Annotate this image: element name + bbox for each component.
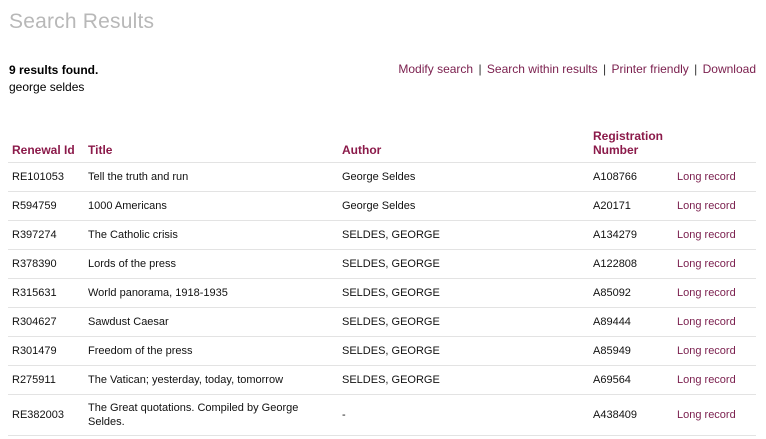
title-cell: Tell the truth and run — [84, 162, 338, 192]
table-row: R304627 Sawdust Caesar SELDES, GEORGE A8944… — [8, 307, 756, 337]
long-record-link[interactable]: Long record — [677, 258, 736, 270]
registration-number-cell: A89444 — [589, 307, 673, 337]
table-row: RE382003 The Great quotations. Compiled b… — [8, 394, 756, 436]
renewal-id-cell: R304627 — [8, 307, 84, 337]
download-link[interactable]: Download — [703, 62, 756, 76]
table-row: R378390 Lords of the press SELDES, GEORGE A… — [8, 249, 756, 279]
action-separator: | — [478, 62, 482, 76]
title-cell: Sawdust Caesar — [84, 307, 338, 337]
author-cell: George Seldes — [338, 191, 589, 221]
long-record-cell: Long record — [673, 191, 756, 221]
long-record-link[interactable]: Long record — [677, 200, 736, 212]
long-record-link[interactable]: Long record — [677, 171, 736, 183]
title-cell: Freedom of the press — [84, 336, 338, 366]
column-header-renewal-id[interactable]: Renewal Id — [8, 126, 84, 163]
table-row: R315631 World panorama, 1918-1935 SELDES, … — [8, 278, 756, 308]
printer-friendly-link[interactable]: Printer friendly — [611, 62, 688, 76]
renewal-id-cell: R378390 — [8, 249, 84, 279]
author-cell: - — [338, 394, 589, 436]
author-cell: SELDES, GEORGE — [338, 278, 589, 308]
long-record-cell: Long record — [673, 307, 756, 337]
long-record-cell: Long record — [673, 249, 756, 279]
registration-number-cell: A85092 — [589, 278, 673, 308]
table-row: R594759 1000 Americans George Seldes A20171… — [8, 191, 756, 221]
renewal-id-cell: RE101053 — [8, 162, 84, 192]
long-record-cell: Long record — [673, 162, 756, 192]
results-actions: Modify search | Search within results | … — [398, 62, 756, 76]
results-count: 9 results found. — [9, 63, 99, 77]
long-record-cell: Long record — [673, 394, 756, 436]
page-title: Search Results — [9, 10, 155, 33]
long-record-link[interactable]: Long record — [677, 409, 736, 421]
title-cell: World panorama, 1918-1935 — [84, 278, 338, 308]
long-record-cell: Long record — [673, 220, 756, 250]
renewal-id-cell: R397274 — [8, 220, 84, 250]
renewal-id-cell: RE382003 — [8, 394, 84, 436]
table-row: R301479 Freedom of the press SELDES, GEORG… — [8, 336, 756, 366]
long-record-link[interactable]: Long record — [677, 345, 736, 357]
long-record-cell: Long record — [673, 365, 756, 395]
column-header-author[interactable]: Author — [338, 126, 589, 163]
column-header-actions — [673, 126, 756, 163]
title-cell: The Vatican; yesterday, today, tomorrow — [84, 365, 338, 395]
renewal-id-cell: R315631 — [8, 278, 84, 308]
long-record-link[interactable]: Long record — [677, 229, 736, 241]
column-header-registration-number[interactable]: Registration Number — [589, 126, 673, 163]
registration-number-cell: A85949 — [589, 336, 673, 366]
author-cell: SELDES, GEORGE — [338, 336, 589, 366]
long-record-link[interactable]: Long record — [677, 287, 736, 299]
table-row: R275911 The Vatican; yesterday, today, to… — [8, 365, 756, 395]
column-header-title[interactable]: Title — [84, 126, 338, 163]
author-cell: George Seldes — [338, 162, 589, 192]
registration-number-cell: A108766 — [589, 162, 673, 192]
long-record-cell: Long record — [673, 278, 756, 308]
modify-search-link[interactable]: Modify search — [398, 62, 473, 76]
long-record-cell: Long record — [673, 336, 756, 366]
search-query: george seldes — [9, 80, 85, 94]
table-row: RE101053 Tell the truth and run George Sel… — [8, 162, 756, 192]
author-cell: SELDES, GEORGE — [338, 249, 589, 279]
results-summary: 9 results found. george seldes — [9, 62, 98, 96]
action-separator: | — [694, 62, 698, 76]
search-within-results-link[interactable]: Search within results — [487, 62, 598, 76]
results-table: Renewal Id Title Author Registration Num… — [8, 126, 756, 436]
title-cell: The Catholic crisis — [84, 220, 338, 250]
renewal-id-cell: R594759 — [8, 191, 84, 221]
table-header-row: Renewal Id Title Author Registration Num… — [8, 126, 756, 163]
registration-number-cell: A69564 — [589, 365, 673, 395]
title-cell: 1000 Americans — [84, 191, 338, 221]
title-cell: The Great quotations. Compiled by George… — [84, 394, 338, 436]
registration-number-cell: A438409 — [589, 394, 673, 436]
registration-number-cell: A134279 — [589, 220, 673, 250]
table-row: R397274 The Catholic crisis SELDES, GEORGE… — [8, 220, 756, 250]
long-record-link[interactable]: Long record — [677, 374, 736, 386]
results-table-body: RE101053 Tell the truth and run George Sel… — [8, 162, 756, 436]
action-separator: | — [602, 62, 607, 76]
renewal-id-cell: R301479 — [8, 336, 84, 366]
renewal-id-cell: R275911 — [8, 365, 84, 395]
registration-number-cell: A20171 — [589, 191, 673, 221]
author-cell: SELDES, GEORGE — [338, 307, 589, 337]
author-cell: SELDES, GEORGE — [338, 220, 589, 250]
title-cell: Lords of the press — [84, 249, 338, 279]
registration-number-cell: A122808 — [589, 249, 673, 279]
long-record-link[interactable]: Long record — [677, 316, 736, 328]
author-cell: SELDES, GEORGE — [338, 365, 589, 395]
